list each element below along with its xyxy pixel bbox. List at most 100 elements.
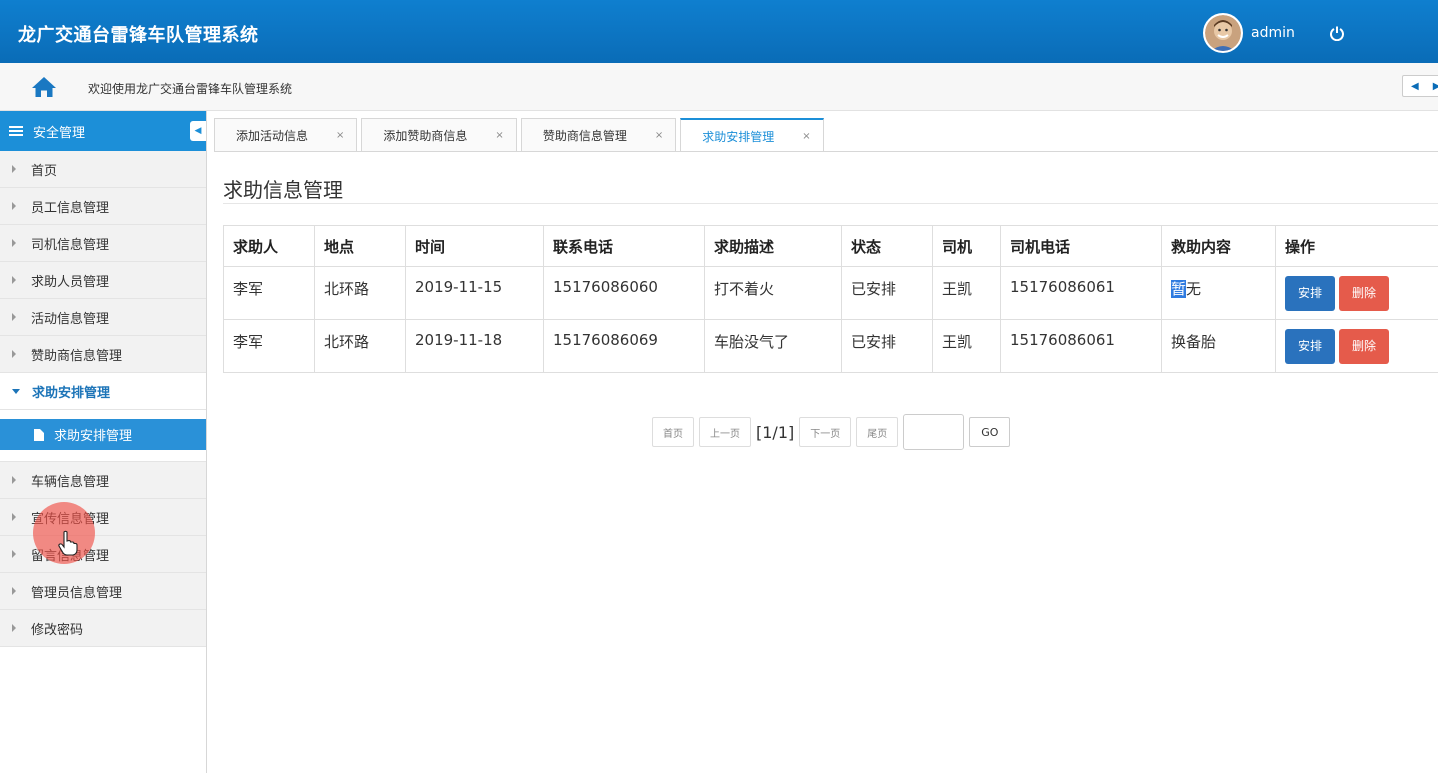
column-header: 司机 <box>932 225 1001 267</box>
chevron-right-icon[interactable]: ▶ <box>1433 81 1438 92</box>
close-icon[interactable]: × <box>655 130 663 141</box>
cell-actions: 安排 删除 <box>1275 266 1438 320</box>
table-header-row: 求助人 地点 时间 联系电话 求助描述 状态 司机 司机电话 救助内容 操作 <box>223 225 1438 267</box>
sidebar-item-vehicles[interactable]: 车辆信息管理 <box>0 462 206 499</box>
cell-rescue-content: 暂无 <box>1161 266 1276 320</box>
column-header: 联系电话 <box>543 225 705 267</box>
sidebar-item-activities[interactable]: 活动信息管理 <box>0 299 206 336</box>
app-title: 龙广交通台雷锋车队管理系统 <box>18 25 259 46</box>
tab-help-arrangement[interactable]: 求助安排管理 × <box>680 118 824 152</box>
next-page-button[interactable]: 下一页 <box>799 417 852 447</box>
username[interactable]: admin <box>1251 25 1295 41</box>
cell-rescue-content: 换备胎 <box>1161 319 1276 373</box>
breadcrumb: 欢迎使用龙广交通台雷锋车队管理系统 <box>0 63 1438 111</box>
sidebar-collapse-button[interactable]: ◀ <box>190 121 206 141</box>
pagination: 首页 上一页 [1/1] 下一页 尾页 GO <box>652 414 1011 450</box>
caret-right-icon <box>12 587 16 595</box>
go-button[interactable]: GO <box>969 417 1011 447</box>
sidebar-item-publicity[interactable]: 宣传信息管理 <box>0 499 206 536</box>
close-icon[interactable]: × <box>495 130 503 141</box>
sidebar-item-drivers[interactable]: 司机信息管理 <box>0 225 206 262</box>
home-icon[interactable] <box>31 76 57 98</box>
title-divider <box>223 203 1438 204</box>
column-header: 求助人 <box>223 225 315 267</box>
column-header: 地点 <box>314 225 406 267</box>
cell-description: 打不着火 <box>704 266 842 320</box>
cell-driver-phone: 15176086061 <box>1000 266 1162 320</box>
sidebar-item-sponsors[interactable]: 赞助商信息管理 <box>0 336 206 373</box>
sidebar-item-change-password[interactable]: 修改密码 <box>0 610 206 647</box>
tab-scroll-buttons[interactable]: ◀ ▶ <box>1402 75 1438 97</box>
caret-right-icon <box>12 239 16 247</box>
user-area: admin <box>1203 13 1345 53</box>
delete-button[interactable]: 删除 <box>1339 329 1390 364</box>
table-row: 李军 北环路 2019-11-18 15176086069 车胎没气了 已安排 … <box>223 319 1438 373</box>
cell-requester: 李军 <box>223 319 315 373</box>
cell-actions: 安排 删除 <box>1275 319 1438 373</box>
page-title: 求助信息管理 <box>223 178 343 202</box>
close-icon[interactable]: × <box>336 130 344 141</box>
chevron-left-icon: ◀ <box>194 126 202 136</box>
top-header: 龙广交通台雷锋车队管理系统 admin <box>0 0 1438 63</box>
arrange-button[interactable]: 安排 <box>1285 329 1336 364</box>
caret-right-icon <box>12 550 16 558</box>
cell-time: 2019-11-18 <box>405 319 544 373</box>
column-header: 求助描述 <box>704 225 842 267</box>
tab-add-sponsor[interactable]: 添加赞助商信息 × <box>361 118 517 151</box>
cell-phone: 15176086060 <box>543 266 705 320</box>
sidebar-item-staff[interactable]: 员工信息管理 <box>0 188 206 225</box>
avatar[interactable] <box>1203 13 1243 53</box>
page-indicator: [1/1] <box>756 422 795 442</box>
caret-right-icon <box>12 276 16 284</box>
caret-right-icon <box>12 202 16 210</box>
chevron-left-icon[interactable]: ◀ <box>1411 81 1419 92</box>
sidebar: 安全管理 ◀ 首页 员工信息管理 司机信息管理 求助人员管理 活动信息管理 赞助… <box>0 111 207 773</box>
cell-driver: 王凯 <box>932 266 1001 320</box>
caret-right-icon <box>12 165 16 173</box>
column-header: 时间 <box>405 225 544 267</box>
caret-right-icon <box>12 313 16 321</box>
delete-button[interactable]: 删除 <box>1339 276 1390 311</box>
help-table: 求助人 地点 时间 联系电话 求助描述 状态 司机 司机电话 救助内容 操作 李… <box>223 225 1438 373</box>
page-number-input[interactable] <box>903 414 965 450</box>
tab-sponsor-management[interactable]: 赞助商信息管理 × <box>520 118 677 151</box>
sidebar-submenu: 求助安排管理 <box>0 410 206 462</box>
cell-requester: 李军 <box>223 266 315 320</box>
sidebar-section-header[interactable]: 安全管理 ◀ <box>0 111 206 151</box>
caret-right-icon <box>12 624 16 632</box>
tab-strip: 添加活动信息 × 添加赞助商信息 × 赞助商信息管理 × 求助安排管理 × <box>214 118 828 152</box>
cell-driver: 王凯 <box>932 319 1001 373</box>
arrange-button[interactable]: 安排 <box>1285 276 1336 311</box>
caret-down-icon <box>12 388 20 394</box>
cell-driver-phone: 15176086061 <box>1000 319 1162 373</box>
sidebar-item-admins[interactable]: 管理员信息管理 <box>0 573 206 610</box>
hand-pointer-icon <box>58 530 78 556</box>
tab-add-activity[interactable]: 添加活动信息 × <box>214 118 358 151</box>
cell-status: 已安排 <box>841 266 933 320</box>
last-page-button[interactable]: 尾页 <box>856 417 899 447</box>
power-icon[interactable] <box>1329 25 1345 41</box>
cell-description: 车胎没气了 <box>704 319 842 373</box>
close-icon[interactable]: × <box>802 131 810 142</box>
table-row: 李军 北环路 2019-11-15 15176086060 打不着火 已安排 王… <box>223 266 1438 320</box>
column-header: 司机电话 <box>1000 225 1162 267</box>
caret-right-icon <box>12 513 16 521</box>
caret-right-icon <box>12 476 16 484</box>
column-header: 救助内容 <box>1161 225 1276 267</box>
user-avatar-icon <box>1205 15 1241 51</box>
document-icon <box>34 428 44 441</box>
sidebar-menu: 首页 员工信息管理 司机信息管理 求助人员管理 活动信息管理 赞助商信息管理 求… <box>0 151 206 647</box>
sidebar-item-help-seekers[interactable]: 求助人员管理 <box>0 262 206 299</box>
caret-right-icon <box>12 350 16 358</box>
first-page-button[interactable]: 首页 <box>652 417 694 447</box>
column-header: 操作 <box>1275 225 1438 267</box>
sidebar-item-home[interactable]: 首页 <box>0 151 206 188</box>
menu-lines-icon <box>9 126 23 136</box>
cell-time: 2019-11-15 <box>405 266 544 320</box>
sidebar-item-messages[interactable]: 留言信息管理 <box>0 536 206 573</box>
selected-text: 暂 <box>1171 280 1187 298</box>
sidebar-subitem-help-arrangement[interactable]: 求助安排管理 <box>0 419 206 450</box>
prev-page-button[interactable]: 上一页 <box>699 417 751 447</box>
tab-divider <box>214 151 1438 152</box>
sidebar-item-help-arrangement[interactable]: 求助安排管理 <box>0 373 206 410</box>
